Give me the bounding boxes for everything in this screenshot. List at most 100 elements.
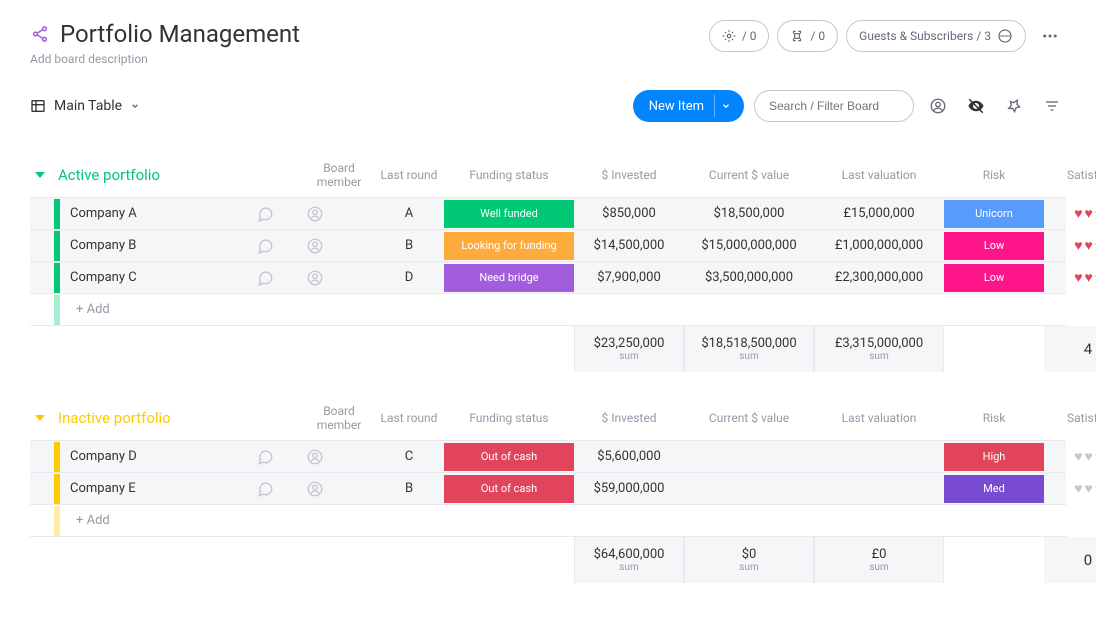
funding-status-cell[interactable]: Need bridge bbox=[444, 263, 574, 293]
hide-columns-icon[interactable] bbox=[962, 92, 990, 120]
funding-status-cell[interactable]: Out of cash bbox=[444, 474, 574, 504]
table-row[interactable]: Company C DNeed bridge$7,900,000$3,500,00… bbox=[30, 261, 1066, 293]
more-options-button[interactable] bbox=[1034, 20, 1066, 52]
column-header[interactable]: Board member bbox=[304, 404, 374, 432]
item-name-cell[interactable]: Company E bbox=[54, 474, 254, 504]
integrations-count: / 0 bbox=[810, 29, 825, 43]
board-member-cell[interactable] bbox=[304, 265, 374, 291]
column-header[interactable]: $ Invested bbox=[574, 168, 684, 182]
funding-status-cell[interactable]: Well funded bbox=[444, 199, 574, 229]
invested-cell[interactable]: $7,900,000 bbox=[574, 266, 684, 289]
board-title: Portfolio Management bbox=[60, 20, 300, 48]
add-item-row[interactable]: + Add bbox=[30, 293, 1066, 325]
conversation-button[interactable] bbox=[254, 201, 304, 227]
column-header[interactable]: Current $ value bbox=[684, 411, 814, 425]
heart-icon: ♥ bbox=[1085, 448, 1093, 465]
group-title[interactable]: Inactive portfolio bbox=[54, 409, 254, 427]
board-member-cell[interactable] bbox=[304, 233, 374, 259]
sum-row: $23,250,000sum$18,518,500,000sum£3,315,0… bbox=[30, 325, 1066, 372]
column-header[interactable]: Satisfaction bbox=[1044, 168, 1096, 182]
column-header[interactable]: Funding status bbox=[444, 411, 574, 425]
column-header[interactable]: Risk bbox=[944, 411, 1044, 425]
satisfaction-cell[interactable]: ♥♥♥♥♥ bbox=[1044, 269, 1096, 286]
sum-cell: $0sum bbox=[684, 537, 814, 583]
table-row[interactable]: Company B BLooking for funding$14,500,000… bbox=[30, 229, 1066, 261]
automations-pill[interactable]: / 0 bbox=[709, 20, 770, 52]
invested-cell[interactable]: $14,500,000 bbox=[574, 234, 684, 257]
integrations-pill[interactable]: / 0 bbox=[777, 20, 838, 52]
group-collapse-toggle[interactable] bbox=[30, 172, 50, 178]
item-name-cell[interactable]: Company C bbox=[54, 263, 254, 293]
last-round-cell[interactable]: A bbox=[374, 202, 444, 225]
conversation-button[interactable] bbox=[254, 476, 304, 502]
person-filter-icon[interactable] bbox=[924, 92, 952, 120]
last-round-cell[interactable]: B bbox=[374, 234, 444, 257]
conversation-button[interactable] bbox=[254, 444, 304, 470]
funding-status-cell[interactable]: Out of cash bbox=[444, 442, 574, 472]
column-header[interactable]: Last valuation bbox=[814, 168, 944, 182]
valuation-cell[interactable]: £1,000,000,000 bbox=[814, 234, 944, 257]
invested-cell[interactable]: $850,000 bbox=[574, 202, 684, 225]
column-header[interactable]: Risk bbox=[944, 168, 1044, 182]
current-value-cell[interactable] bbox=[684, 453, 814, 461]
pin-icon[interactable] bbox=[1000, 92, 1028, 120]
current-value-cell[interactable] bbox=[684, 485, 814, 493]
view-name: Main Table bbox=[54, 98, 122, 114]
item-name-cell[interactable]: Company D bbox=[54, 442, 254, 472]
column-header[interactable]: $ Invested bbox=[574, 411, 684, 425]
group-collapse-toggle[interactable] bbox=[30, 415, 50, 421]
valuation-cell[interactable] bbox=[814, 453, 944, 461]
satisfaction-cell[interactable]: ♥♥♥♥♥ bbox=[1044, 480, 1096, 497]
satisfaction-cell[interactable]: ♥♥♥♥♥ bbox=[1044, 237, 1096, 254]
column-header[interactable]: Current $ value bbox=[684, 168, 814, 182]
last-round-cell[interactable]: C bbox=[374, 445, 444, 468]
search-input[interactable] bbox=[754, 90, 914, 122]
current-value-cell[interactable]: $15,000,000,000 bbox=[684, 234, 814, 257]
sum-cell: £0sum bbox=[814, 537, 944, 583]
risk-cell[interactable]: Low bbox=[944, 231, 1044, 261]
last-round-cell[interactable]: D bbox=[374, 266, 444, 289]
sum-cell: $23,250,000sum bbox=[574, 326, 684, 372]
item-name-cell[interactable]: Company B bbox=[54, 231, 254, 261]
view-picker[interactable]: Main Table bbox=[30, 98, 140, 114]
table-row[interactable]: Company EBOut of cash$59,000,000Med♥♥♥♥♥ bbox=[30, 472, 1066, 504]
last-round-cell[interactable]: B bbox=[374, 477, 444, 500]
column-header[interactable]: Last round bbox=[374, 168, 444, 182]
invested-cell[interactable]: $5,600,000 bbox=[574, 445, 684, 468]
new-item-button[interactable]: New Item bbox=[633, 90, 744, 122]
group-title[interactable]: Active portfolio bbox=[54, 166, 254, 184]
column-header[interactable]: Last valuation bbox=[814, 411, 944, 425]
valuation-cell[interactable]: £15,000,000 bbox=[814, 202, 944, 225]
valuation-cell[interactable] bbox=[814, 485, 944, 493]
funding-status-cell[interactable]: Looking for funding bbox=[444, 231, 574, 261]
table-row[interactable]: Company DCOut of cash$5,600,000High♥♥♥♥♥ bbox=[30, 440, 1066, 472]
item-name-cell[interactable]: Company A bbox=[54, 199, 254, 229]
chevron-down-icon[interactable] bbox=[714, 95, 736, 117]
risk-cell[interactable]: Low bbox=[944, 263, 1044, 293]
column-header[interactable]: Last round bbox=[374, 411, 444, 425]
heart-icon: ♥ bbox=[1085, 480, 1093, 497]
valuation-cell[interactable]: £2,300,000,000 bbox=[814, 266, 944, 289]
risk-cell[interactable]: Unicorn bbox=[944, 199, 1044, 229]
filter-icon[interactable] bbox=[1038, 92, 1066, 120]
risk-cell[interactable]: Med bbox=[944, 474, 1044, 504]
conversation-button[interactable] bbox=[254, 233, 304, 259]
guests-label: Guests & Subscribers / 3 bbox=[859, 29, 991, 43]
satisfaction-cell[interactable]: ♥♥♥♥♥ bbox=[1044, 448, 1096, 465]
board-member-cell[interactable] bbox=[304, 201, 374, 227]
column-header[interactable]: Satisfaction bbox=[1044, 411, 1096, 425]
table-row[interactable]: Company A AWell funded$850,000$18,500,000… bbox=[30, 197, 1066, 229]
board-member-cell[interactable] bbox=[304, 444, 374, 470]
column-header[interactable]: Funding status bbox=[444, 168, 574, 182]
board-subtitle[interactable]: Add board description bbox=[30, 52, 300, 66]
invested-cell[interactable]: $59,000,000 bbox=[574, 477, 684, 500]
column-header[interactable]: Board member bbox=[304, 161, 374, 189]
current-value-cell[interactable]: $3,500,000,000 bbox=[684, 266, 814, 289]
add-item-row[interactable]: + Add bbox=[30, 504, 1066, 536]
satisfaction-cell[interactable]: ♥♥♥♥♥ bbox=[1044, 205, 1096, 222]
guests-pill[interactable]: Guests & Subscribers / 3 bbox=[846, 20, 1026, 52]
risk-cell[interactable]: High bbox=[944, 442, 1044, 472]
conversation-button[interactable] bbox=[254, 265, 304, 291]
current-value-cell[interactable]: $18,500,000 bbox=[684, 202, 814, 225]
board-member-cell[interactable] bbox=[304, 476, 374, 502]
